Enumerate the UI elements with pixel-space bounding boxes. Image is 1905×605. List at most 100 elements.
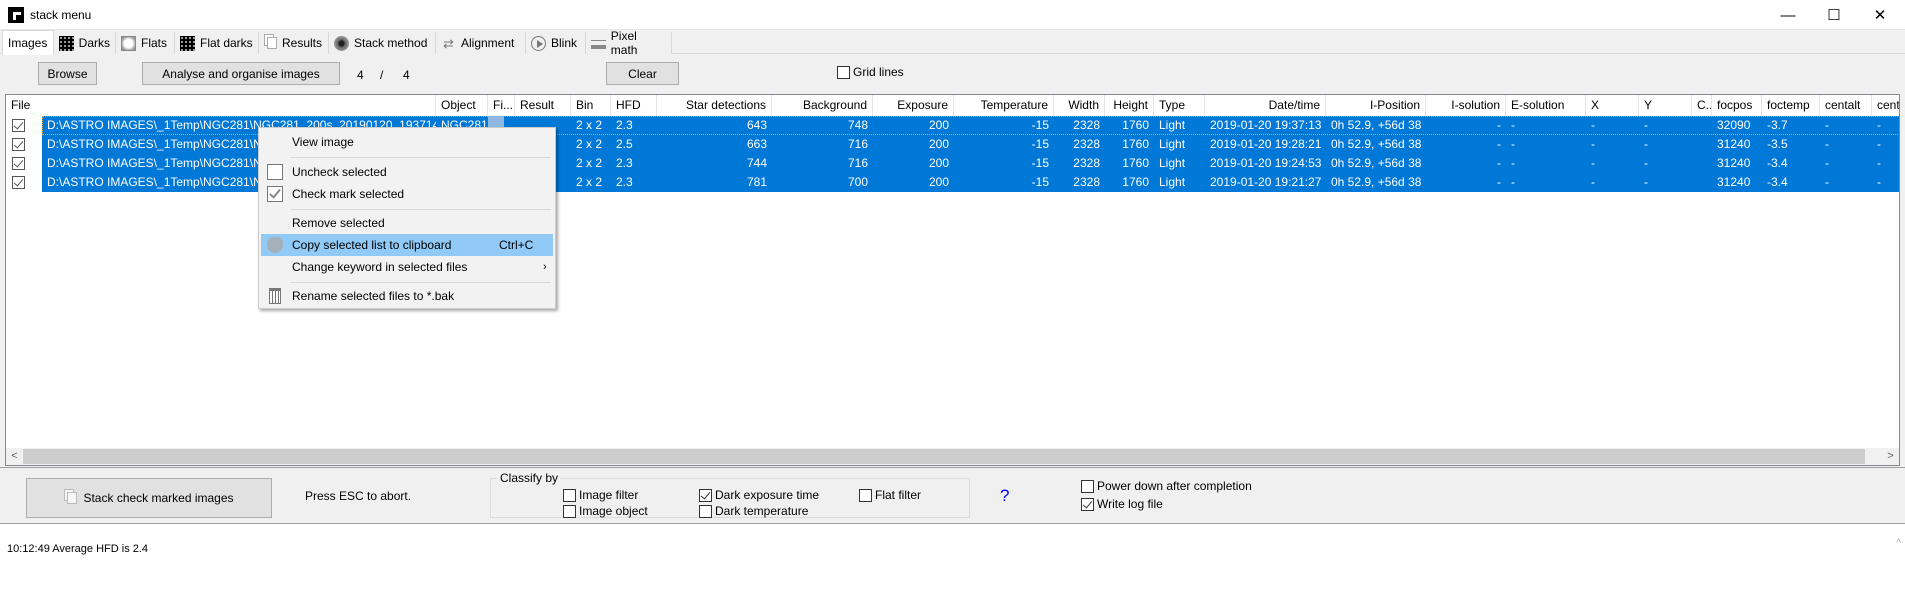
tab-pixel-math[interactable]: Pixel math bbox=[586, 29, 672, 57]
column-header-filter[interactable]: Fi... bbox=[488, 95, 515, 116]
cell-exposure: 200 bbox=[928, 137, 949, 151]
column-header-background[interactable]: Background bbox=[772, 95, 873, 116]
cell-temperature: -15 bbox=[1031, 118, 1049, 132]
column-header-centaz[interactable]: centa bbox=[1872, 95, 1899, 116]
column-header-stars[interactable]: Star detections bbox=[657, 95, 772, 116]
menu-separator bbox=[291, 209, 551, 210]
cell-width: 2328 bbox=[1073, 175, 1100, 189]
tab-flat-darks[interactable]: Flat darks bbox=[175, 32, 259, 54]
checkbox-box[interactable] bbox=[699, 488, 712, 502]
grid-lines-checkbox[interactable]: Grid lines bbox=[837, 65, 904, 79]
dark-temperature-checkbox[interactable]: Dark temperature bbox=[699, 504, 808, 518]
stack-icon bbox=[67, 492, 78, 504]
column-header-width[interactable]: Width bbox=[1054, 95, 1105, 116]
column-header-focpos[interactable]: focpos bbox=[1712, 95, 1762, 116]
log-panel[interactable]: 10:12:49 Average HFD is 2.4 ^ bbox=[0, 524, 1905, 605]
cell-type: Light bbox=[1159, 137, 1186, 151]
count-done: 4 bbox=[357, 68, 364, 82]
scroll-left-icon[interactable]: < bbox=[6, 448, 23, 465]
blink-icon bbox=[531, 35, 546, 51]
maximize-button[interactable]: ☐ bbox=[1811, 0, 1857, 30]
power-down-checkbox[interactable]: Power down after completion bbox=[1081, 479, 1252, 493]
tab-label: Results bbox=[282, 36, 323, 50]
checkbox-box[interactable] bbox=[1081, 497, 1094, 511]
menu-change-keyword[interactable]: Change keyword in selected files › bbox=[261, 256, 553, 278]
cell-stars: 663 bbox=[746, 137, 767, 151]
column-header-object[interactable]: Object bbox=[436, 95, 488, 116]
stack-button[interactable]: Stack check marked images bbox=[26, 478, 272, 518]
column-header-height[interactable]: Height bbox=[1105, 95, 1154, 116]
write-log-checkbox[interactable]: Write log file bbox=[1081, 497, 1163, 511]
tab-flats[interactable]: Flats bbox=[116, 32, 175, 54]
cell-foctemp: -3.4 bbox=[1767, 156, 1788, 170]
menu-check-mark-selected[interactable]: Check mark selected bbox=[261, 183, 553, 205]
close-button[interactable]: ✕ bbox=[1857, 0, 1903, 30]
dark-exposure-checkbox[interactable]: Dark exposure time bbox=[699, 488, 819, 502]
classify-group: Classify by Image filter Image object Da… bbox=[490, 471, 970, 518]
cell-exposure: 200 bbox=[928, 175, 949, 189]
menu-rename-bak[interactable]: Rename selected files to *.bak bbox=[261, 285, 553, 307]
cell-hfd: 2.5 bbox=[616, 137, 633, 151]
column-header-datetime[interactable]: Date/time bbox=[1205, 95, 1326, 116]
app-icon bbox=[8, 7, 24, 23]
cell-y: - bbox=[1644, 175, 1648, 189]
column-header-foctemp[interactable]: foctemp bbox=[1762, 95, 1820, 116]
menu-view-image[interactable]: View image bbox=[261, 131, 553, 153]
column-header-isolution[interactable]: I-solution bbox=[1426, 95, 1506, 116]
image-filter-checkbox[interactable]: Image filter bbox=[563, 488, 638, 502]
tab-darks[interactable]: Darks bbox=[54, 32, 116, 54]
checkbox-box[interactable] bbox=[859, 488, 872, 502]
scroll-up-icon[interactable]: ^ bbox=[1896, 538, 1901, 549]
flat-filter-checkbox[interactable]: Flat filter bbox=[859, 488, 921, 502]
cell-focpos: 31240 bbox=[1717, 156, 1751, 170]
menu-copy-to-clipboard[interactable]: Copy selected list to clipboard Ctrl+C bbox=[261, 234, 553, 256]
column-header-bin[interactable]: Bin bbox=[571, 95, 611, 116]
menu-remove-selected[interactable]: Remove selected bbox=[261, 212, 553, 234]
horizontal-scrollbar[interactable]: < > bbox=[6, 448, 1899, 465]
row-checkbox[interactable] bbox=[12, 157, 25, 170]
scroll-right-icon[interactable]: > bbox=[1882, 448, 1899, 465]
tab-label: Pixel math bbox=[610, 29, 638, 57]
column-header-y[interactable]: Y bbox=[1639, 95, 1692, 116]
cell-x: - bbox=[1591, 156, 1595, 170]
checkbox-box[interactable] bbox=[699, 504, 712, 518]
column-header-result[interactable]: Result bbox=[515, 95, 571, 116]
column-header-c[interactable]: C.. bbox=[1692, 95, 1712, 116]
checkbox-box[interactable] bbox=[1081, 479, 1094, 493]
row-checkbox[interactable] bbox=[12, 176, 25, 189]
darks-icon bbox=[59, 35, 74, 51]
browse-button[interactable]: Browse bbox=[38, 62, 97, 85]
clear-button[interactable]: Clear bbox=[606, 62, 679, 85]
checkbox-box[interactable] bbox=[563, 488, 576, 502]
column-header-x[interactable]: X bbox=[1586, 95, 1639, 116]
grid-lines-box[interactable] bbox=[837, 65, 850, 79]
column-header-temperature[interactable]: Temperature bbox=[954, 95, 1054, 116]
tab-label: Darks bbox=[78, 36, 110, 50]
tab-alignment[interactable]: ⇄ Alignment bbox=[436, 32, 526, 54]
column-header-iposition[interactable]: I-Position bbox=[1326, 95, 1426, 116]
minimize-button[interactable]: — bbox=[1765, 0, 1811, 30]
column-header-type[interactable]: Type bbox=[1154, 95, 1205, 116]
tab-results[interactable]: Results bbox=[259, 32, 329, 54]
menu-item-label: View image bbox=[292, 135, 354, 149]
column-header-hfd[interactable]: HFD bbox=[611, 95, 657, 116]
cell-y: - bbox=[1644, 156, 1648, 170]
cell-datetime: 2019-01-20 19:21:27 bbox=[1210, 175, 1322, 189]
row-checkbox[interactable] bbox=[12, 138, 25, 151]
help-link[interactable]: ? bbox=[1000, 486, 1009, 506]
analyse-button[interactable]: Analyse and organise images bbox=[142, 62, 340, 85]
scroll-thumb[interactable] bbox=[23, 449, 1865, 464]
tab-stack-method[interactable]: Stack method bbox=[329, 32, 436, 54]
menu-item-label: Copy selected list to clipboard bbox=[292, 238, 452, 252]
checkbox-label: Image filter bbox=[579, 488, 639, 502]
menu-uncheck-selected[interactable]: Uncheck selected bbox=[261, 161, 553, 183]
column-header-exposure[interactable]: Exposure bbox=[873, 95, 954, 116]
tab-images[interactable]: Images bbox=[2, 30, 54, 55]
image-object-checkbox[interactable]: Image object bbox=[563, 504, 648, 518]
column-header-centalt[interactable]: centalt bbox=[1820, 95, 1872, 116]
column-header-file[interactable]: File bbox=[6, 95, 436, 116]
checkbox-box[interactable] bbox=[563, 504, 576, 518]
column-header-esolution[interactable]: E-solution bbox=[1506, 95, 1586, 116]
row-checkbox[interactable] bbox=[12, 119, 25, 132]
tab-blink[interactable]: Blink bbox=[526, 32, 586, 54]
